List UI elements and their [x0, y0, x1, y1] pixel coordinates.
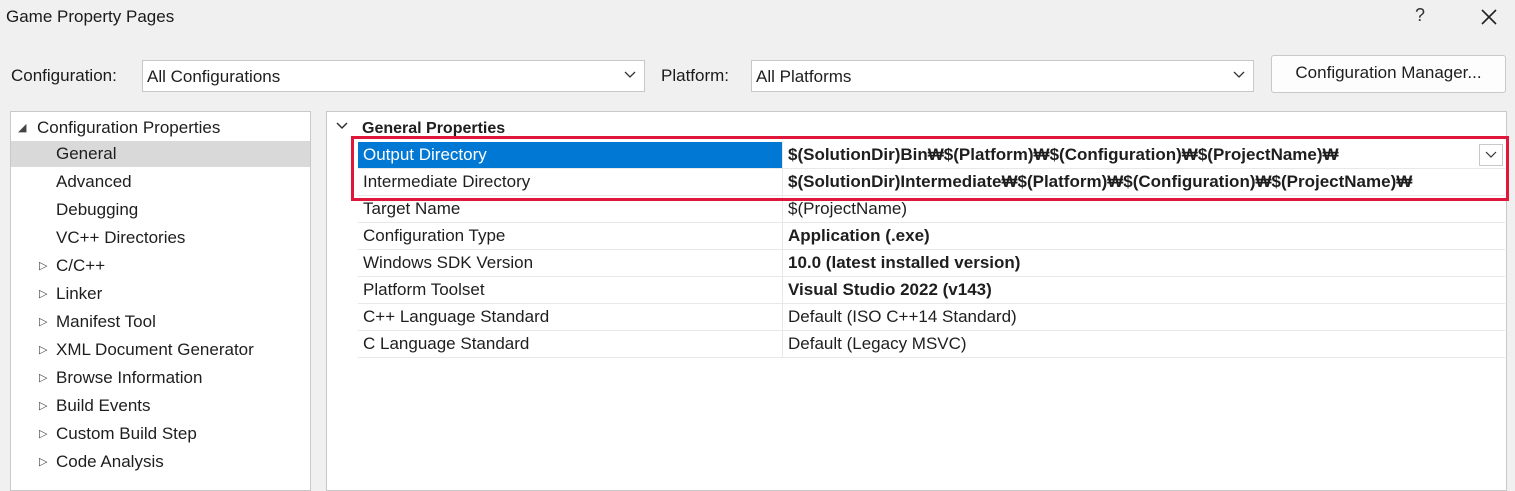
property-row-cpp-language-standard[interactable]: C++ Language Standard Default (ISO C++14… — [358, 304, 1505, 331]
property-grid: General Properties Output Directory $(So… — [326, 111, 1507, 491]
collapsed-triangle-icon[interactable]: ▷ — [39, 393, 47, 419]
close-icon — [1481, 9, 1497, 25]
collapsed-triangle-icon[interactable]: ▷ — [39, 253, 47, 279]
tree-root-configuration-properties[interactable]: ◢ Configuration Properties — [11, 115, 310, 141]
property-value[interactable]: $(ProjectName) — [784, 196, 907, 222]
expanded-triangle-icon[interactable]: ◢ — [18, 115, 26, 141]
property-row-windows-sdk-version[interactable]: Windows SDK Version 10.0 (latest install… — [358, 250, 1505, 277]
collapsed-triangle-icon[interactable]: ▷ — [39, 421, 47, 447]
collapsed-triangle-icon[interactable]: ▷ — [39, 365, 47, 391]
property-row-intermediate-directory[interactable]: Intermediate Directory $(SolutionDir)Int… — [358, 169, 1505, 196]
tree-item-label: General — [56, 144, 117, 163]
property-value[interactable]: $(SolutionDir)Intermediate₩$(Platform)₩$… — [784, 169, 1412, 195]
property-name: C Language Standard — [358, 331, 783, 357]
property-value[interactable]: Application (.exe) — [784, 223, 930, 249]
configuration-manager-button[interactable]: Configuration Manager... — [1271, 55, 1506, 93]
tree-item-label: Linker — [56, 284, 103, 303]
tree-item-label: Code Analysis — [56, 452, 164, 471]
chevron-down-icon — [1233, 71, 1245, 78]
tree-item-c-cpp[interactable]: ▷ C/C++ — [11, 253, 310, 279]
tree-item-label: Manifest Tool — [56, 312, 156, 331]
chevron-down-icon — [1485, 151, 1497, 158]
property-name: Target Name — [358, 196, 783, 222]
tree-item-label: Configuration Properties — [37, 118, 221, 137]
tree-item-label: Build Events — [56, 396, 151, 415]
collapsed-triangle-icon[interactable]: ▷ — [39, 281, 47, 307]
property-name: Windows SDK Version — [358, 250, 783, 276]
tree-item-build-events[interactable]: ▷ Build Events — [11, 393, 310, 419]
property-name: Output Directory — [358, 142, 783, 168]
tree-item-linker[interactable]: ▷ Linker — [11, 281, 310, 307]
close-button[interactable] — [1474, 5, 1504, 31]
property-value[interactable]: 10.0 (latest installed version) — [784, 250, 1020, 276]
property-dropdown-button[interactable] — [1479, 144, 1503, 166]
tree-item-label: XML Document Generator — [56, 340, 254, 359]
configuration-dropdown[interactable]: All Configurations — [142, 60, 645, 92]
property-row-target-name[interactable]: Target Name $(ProjectName) — [358, 196, 1505, 223]
tree-item-browse-information[interactable]: ▷ Browse Information — [11, 365, 310, 391]
window-title: Game Property Pages — [6, 7, 175, 26]
property-name: Configuration Type — [358, 223, 783, 249]
property-value[interactable]: Visual Studio 2022 (v143) — [784, 277, 992, 303]
tree-item-advanced[interactable]: Advanced — [11, 169, 310, 195]
title-bar: Game Property Pages ? — [0, 0, 1515, 36]
property-name: C++ Language Standard — [358, 304, 783, 330]
configuration-value: All Configurations — [147, 67, 281, 86]
tree-item-manifest-tool[interactable]: ▷ Manifest Tool — [11, 309, 310, 335]
property-tree: ◢ Configuration Properties General Advan… — [10, 111, 311, 491]
tree-item-xml-document-generator[interactable]: ▷ XML Document Generator — [11, 337, 310, 363]
property-row-platform-toolset[interactable]: Platform Toolset Visual Studio 2022 (v14… — [358, 277, 1505, 304]
tree-item-label: Browse Information — [56, 368, 203, 387]
property-row-configuration-type[interactable]: Configuration Type Application (.exe) — [358, 223, 1505, 250]
tree-item-label: Custom Build Step — [56, 424, 197, 443]
property-value[interactable]: Default (ISO C++14 Standard) — [784, 304, 1017, 330]
tree-item-debugging[interactable]: Debugging — [11, 197, 310, 223]
collapsed-triangle-icon[interactable]: ▷ — [39, 337, 47, 363]
property-value[interactable]: Default (Legacy MSVC) — [784, 331, 967, 357]
collapsed-triangle-icon[interactable]: ▷ — [39, 309, 47, 335]
platform-label: Platform: — [661, 66, 730, 85]
tree-item-label: VC++ Directories — [56, 228, 186, 247]
tree-item-custom-build-step[interactable]: ▷ Custom Build Step — [11, 421, 310, 447]
property-row-output-directory[interactable]: Output Directory $(SolutionDir)Bin₩$(Pla… — [358, 142, 1505, 169]
configuration-label: Configuration: — [11, 66, 117, 85]
property-name: Intermediate Directory — [358, 169, 783, 195]
chevron-down-icon — [624, 71, 636, 78]
platform-value: All Platforms — [756, 67, 852, 86]
property-name: Platform Toolset — [358, 277, 783, 303]
tree-item-general[interactable]: General — [11, 141, 310, 167]
help-button[interactable]: ? — [1408, 5, 1432, 29]
category-collapse-icon[interactable] — [335, 120, 349, 132]
property-row-c-language-standard[interactable]: C Language Standard Default (Legacy MSVC… — [358, 331, 1505, 358]
tree-item-label: Debugging — [56, 200, 139, 219]
tree-item-code-analysis[interactable]: ▷ Code Analysis — [11, 449, 310, 475]
platform-dropdown[interactable]: All Platforms — [751, 60, 1254, 92]
tree-item-label: Advanced — [56, 172, 132, 191]
tree-item-label: C/C++ — [56, 256, 106, 275]
property-value[interactable]: $(SolutionDir)Bin₩$(Platform)₩$(Configur… — [784, 142, 1339, 168]
tree-item-vc-directories[interactable]: VC++ Directories — [11, 225, 310, 251]
category-title: General Properties — [362, 120, 506, 137]
collapsed-triangle-icon[interactable]: ▷ — [39, 449, 47, 475]
